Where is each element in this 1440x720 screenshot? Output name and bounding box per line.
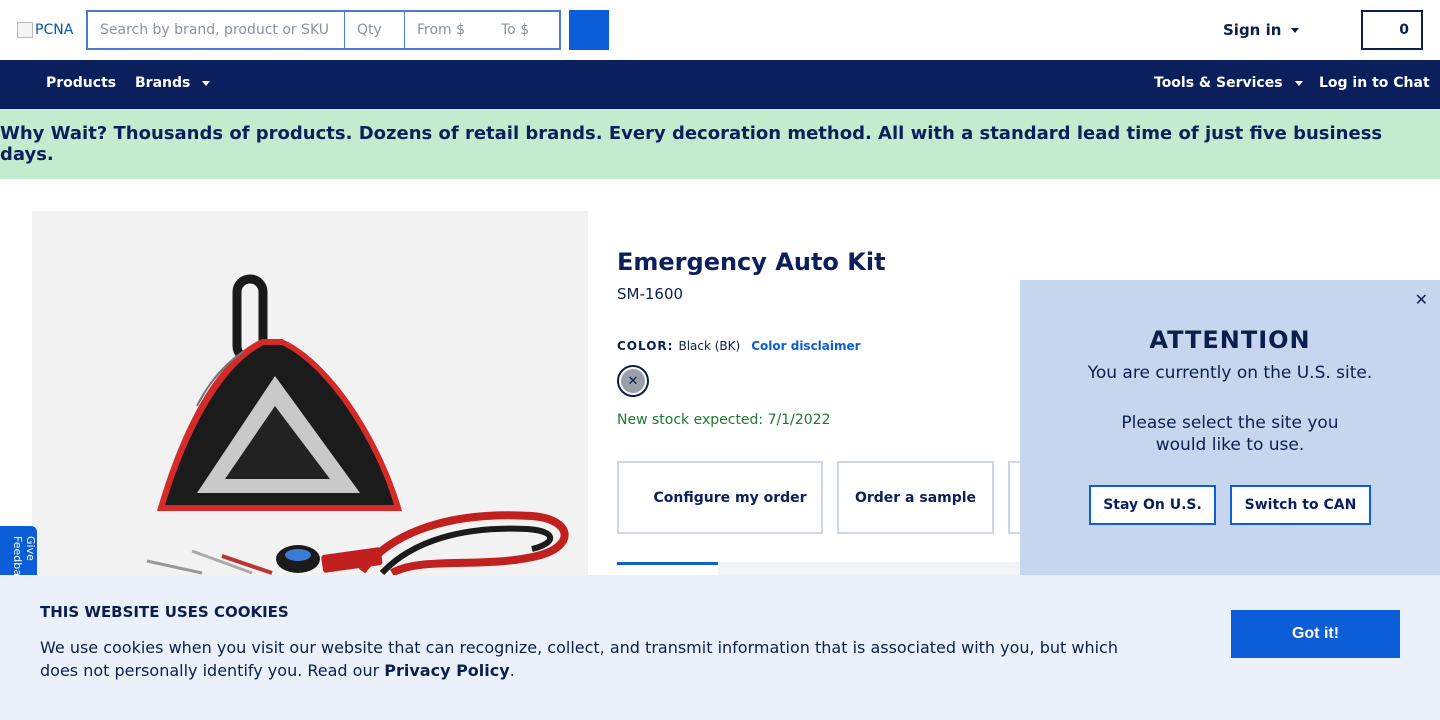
tab-bar <box>718 562 1020 575</box>
cookie-body: We use cookies when you visit our websit… <box>40 638 1118 680</box>
nav-chat-label: Log in to Chat <box>1319 75 1430 91</box>
nav-tools-services[interactable]: Tools & Services <box>1154 75 1303 91</box>
nav-chat-login[interactable]: Log in to Chat <box>1319 75 1430 91</box>
cookie-text: We use cookies when you visit our websit… <box>40 636 1130 682</box>
price-from-input[interactable] <box>405 12 489 48</box>
color-swatch-black[interactable]: ✕ <box>617 365 649 397</box>
got-it-label: Got it! <box>1291 625 1340 642</box>
sign-in-dropdown[interactable]: Sign in <box>1223 21 1300 39</box>
modal-title: ATTENTION <box>1149 326 1311 354</box>
switch-can-label: Switch to CAN <box>1244 497 1357 513</box>
privacy-policy-link[interactable]: Privacy Policy <box>384 661 509 680</box>
active-tab-indicator <box>617 562 718 565</box>
promo-text: Why Wait? Thousands of products. Dozens … <box>0 123 1383 165</box>
top-header: PCNA Sign in 0 <box>0 0 1440 60</box>
cookie-end: . <box>509 661 515 680</box>
promo-banner: Why Wait? Thousands of products. Dozens … <box>0 109 1440 179</box>
caret-down-icon <box>1294 80 1303 86</box>
cart-button[interactable]: 0 <box>1361 10 1423 50</box>
auto-kit-illustration <box>146 274 569 577</box>
qty-input[interactable] <box>345 12 405 48</box>
nav-products-label: Products <box>46 75 117 91</box>
caret-down-icon <box>1291 27 1300 33</box>
color-row: COLOR: Black (BK) Color disclaimer <box>617 339 861 353</box>
close-icon[interactable]: ✕ <box>1415 290 1428 309</box>
color-value: Black (BK) <box>678 339 741 353</box>
search-button[interactable] <box>569 10 609 50</box>
nav-brands[interactable]: Brands <box>135 75 211 91</box>
logo-alt-text: PCNA <box>35 22 74 38</box>
caret-down-icon <box>202 80 211 86</box>
configure-order-label: Configure my order <box>653 489 807 506</box>
cart-count: 0 <box>1399 22 1409 38</box>
stock-status: New stock expected: 7/1/2022 <box>617 412 831 428</box>
sign-in-label: Sign in <box>1223 21 1282 39</box>
switch-can-button[interactable]: Switch to CAN <box>1230 485 1371 525</box>
broken-image-icon <box>17 22 33 38</box>
color-label: COLOR: <box>617 339 674 353</box>
search-group <box>86 10 561 50</box>
configure-order-button[interactable]: Configure my order <box>617 461 823 534</box>
got-it-button[interactable]: Got it! <box>1231 610 1400 658</box>
main-navbar: Products Brands Tools & Services Log in … <box>0 60 1440 109</box>
nav-brands-label: Brands <box>135 75 191 91</box>
nav-tools-label: Tools & Services <box>1154 75 1283 91</box>
price-to-input[interactable] <box>489 12 559 48</box>
order-sample-label: Order a sample <box>854 489 977 506</box>
product-image[interactable] <box>32 211 588 581</box>
cookie-banner: THIS WEBSITE USES COOKIES We use cookies… <box>0 575 1440 720</box>
close-icon: ✕ <box>621 369 645 393</box>
order-sample-button[interactable]: Order a sample <box>837 461 994 534</box>
site-selector-modal: ✕ ATTENTION You are currently on the U.S… <box>1020 280 1440 575</box>
stay-us-button[interactable]: Stay On U.S. <box>1089 485 1216 525</box>
modal-select-text: Please select the site you would like to… <box>1121 413 1339 455</box>
cookie-title: THIS WEBSITE USES COOKIES <box>40 603 289 621</box>
search-input[interactable] <box>88 12 345 48</box>
product-sku: SM-1600 <box>617 285 684 303</box>
modal-current-site-text: You are currently on the U.S. site. <box>1087 363 1373 383</box>
pcna-logo[interactable]: PCNA <box>17 22 73 38</box>
color-disclaimer-link[interactable]: Color disclaimer <box>751 339 860 353</box>
product-title: Emergency Auto Kit <box>617 248 886 276</box>
stay-us-label: Stay On U.S. <box>1103 497 1202 513</box>
nav-products[interactable]: Products <box>46 75 116 91</box>
